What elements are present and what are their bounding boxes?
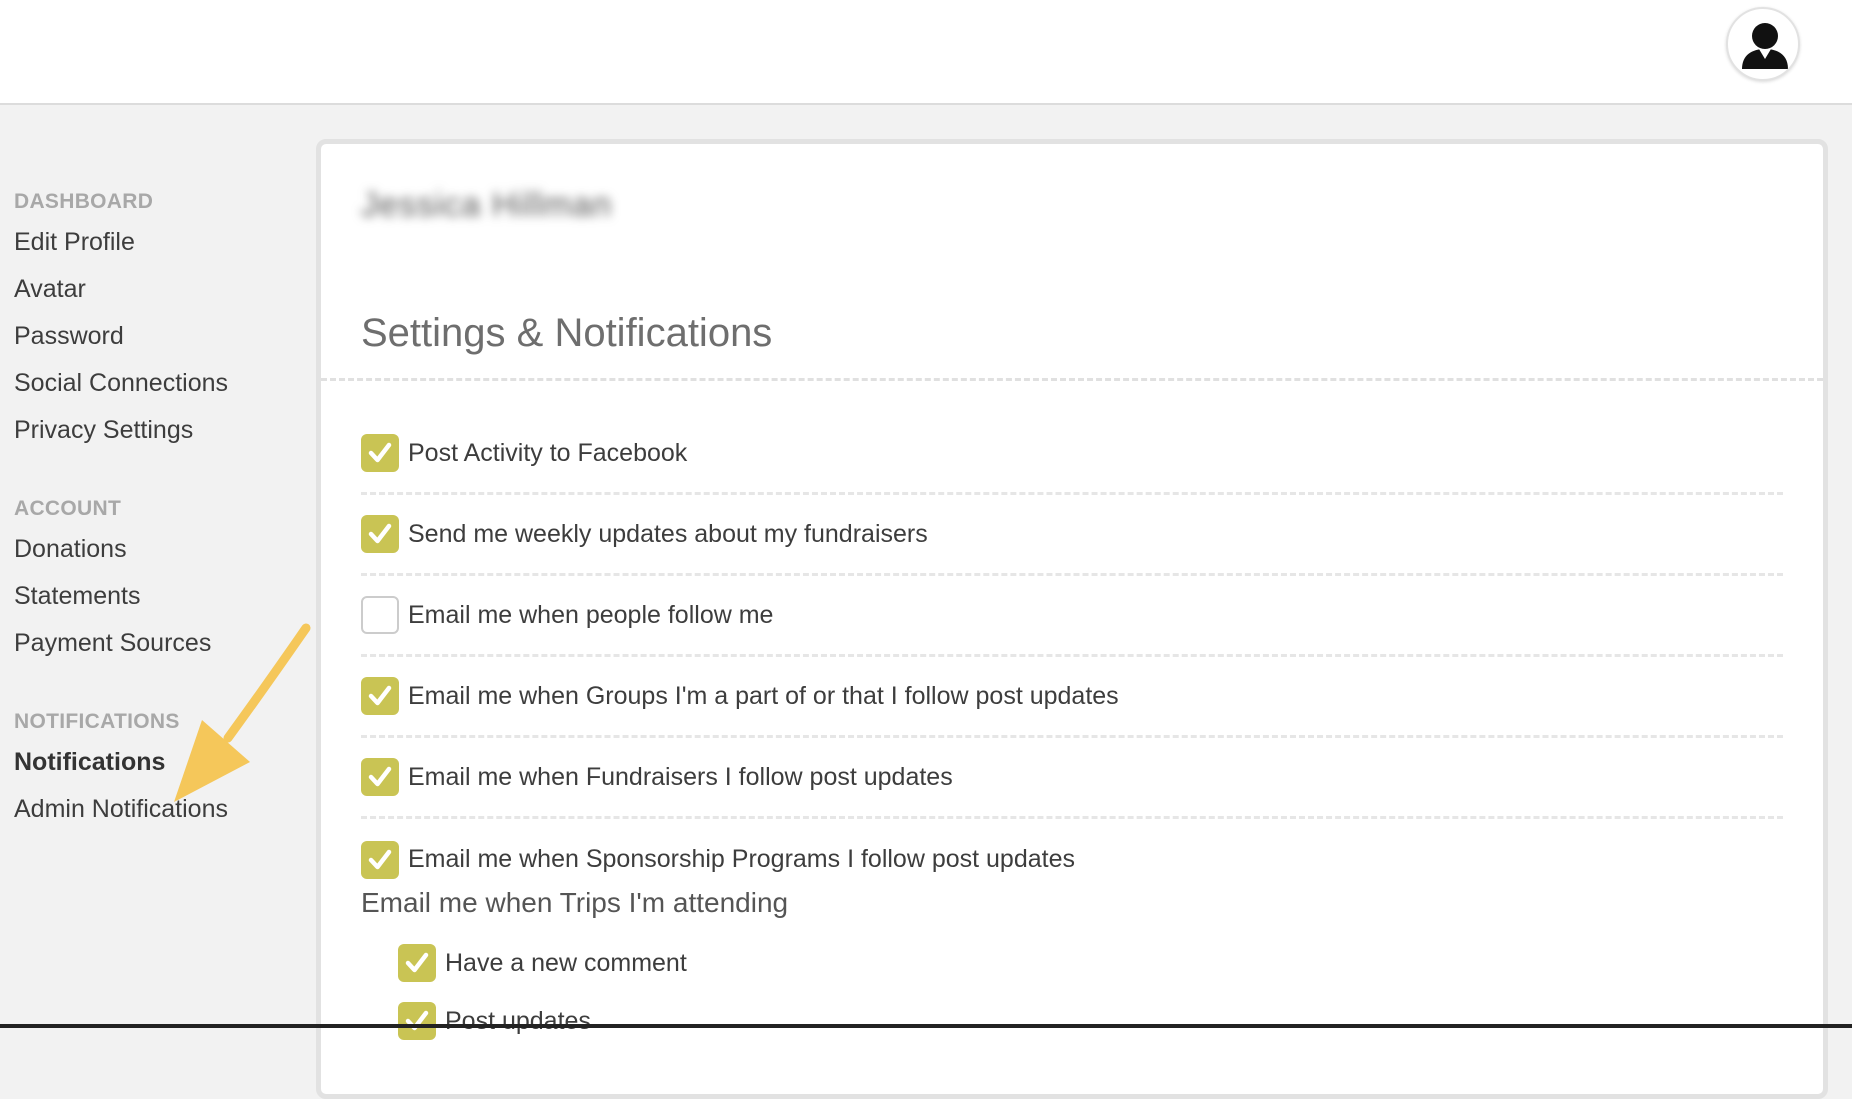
option-row: Post Activity to Facebook — [361, 414, 1783, 495]
post-activity-facebook-checkbox[interactable] — [361, 434, 399, 472]
option-label: Post updates — [445, 1006, 591, 1035]
title-divider — [321, 378, 1823, 381]
weekly-updates-checkbox[interactable] — [361, 515, 399, 553]
fundraisers-updates-checkbox[interactable] — [361, 758, 399, 796]
sidebar-item-social-connections[interactable]: Social Connections — [14, 360, 304, 407]
checkmark-icon — [368, 849, 392, 869]
option-label: Email me when Fundraisers I follow post … — [408, 762, 953, 791]
user-silhouette-icon — [1742, 23, 1788, 69]
top-bar — [0, 0, 1852, 105]
checkmark-icon — [405, 1010, 429, 1031]
option-label: Email me when Sponsorship Programs I fol… — [408, 845, 1075, 873]
option-row: Have a new comment — [398, 934, 687, 992]
option-label: Email me when Groups I'm a part of or th… — [408, 681, 1119, 710]
sidebar-item-avatar[interactable]: Avatar — [14, 266, 304, 313]
sidebar-item-donations[interactable]: Donations — [14, 526, 304, 573]
window-bottom-edge — [0, 1024, 1852, 1028]
sidebar-item-privacy-settings[interactable]: Privacy Settings — [14, 407, 304, 454]
trip-new-comment-checkbox[interactable] — [398, 944, 436, 982]
sidebar-item-password[interactable]: Password — [14, 313, 304, 360]
option-row: Post updates — [398, 992, 687, 1050]
checkmark-icon — [368, 766, 392, 787]
checkmark-icon — [405, 952, 429, 973]
checkmark-icon — [368, 442, 392, 463]
option-label: Post Activity to Facebook — [408, 438, 688, 467]
trips-heading: Email me when Trips I'm attending — [361, 887, 789, 918]
trips-options: Have a new comment Post updates — [398, 934, 687, 1050]
option-label: Email me when people follow me — [408, 600, 774, 629]
annotation-arrow-icon — [174, 623, 311, 802]
option-row: Email me when Groups I'm a part of or th… — [361, 657, 1783, 738]
user-name: Jessica Hillman — [361, 186, 613, 224]
option-row: Email me when Fundraisers I follow post … — [361, 738, 1783, 819]
settings-panel: Jessica Hillman Settings & Notifications… — [316, 139, 1828, 1099]
sidebar-heading-dashboard: DASHBOARD — [14, 190, 154, 213]
option-row: Send me weekly updates about my fundrais… — [361, 495, 1783, 576]
notification-options: Post Activity to Facebook Send me weekly… — [361, 414, 1783, 900]
option-label: Send me weekly updates about my fundrais… — [408, 519, 928, 548]
user-avatar[interactable] — [1726, 7, 1800, 81]
option-row: Email me when people follow me — [361, 576, 1783, 657]
groups-updates-checkbox[interactable] — [361, 677, 399, 715]
sponsorship-updates-checkbox[interactable] — [361, 840, 399, 879]
sidebar-heading-account: ACCOUNT — [14, 497, 122, 520]
checkmark-icon — [368, 523, 392, 544]
page-title: Settings & Notifications — [361, 311, 773, 355]
sidebar-item-statements[interactable]: Statements — [14, 573, 304, 620]
sidebar-item-edit-profile[interactable]: Edit Profile — [14, 219, 304, 266]
option-label: Have a new comment — [445, 948, 687, 977]
checkmark-icon — [368, 685, 392, 706]
trip-post-updates-checkbox[interactable] — [398, 1002, 436, 1040]
people-follow-checkbox[interactable] — [361, 596, 399, 634]
